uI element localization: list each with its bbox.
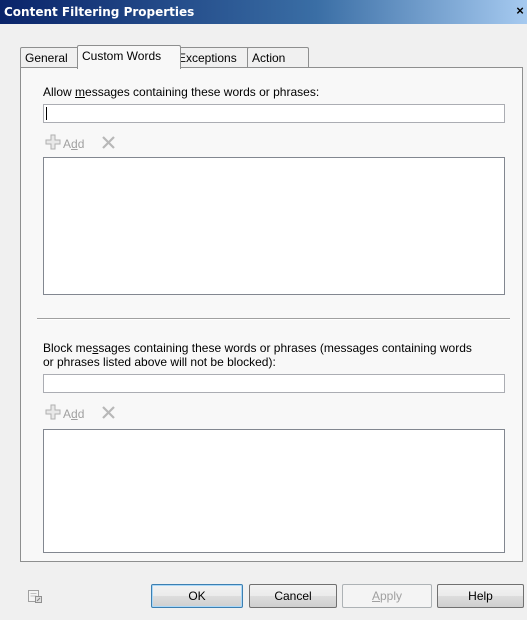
allow-words-input[interactable] (43, 104, 505, 123)
block-remove-button[interactable] (101, 404, 117, 423)
x-icon (102, 406, 115, 419)
context-help-icon[interactable] (27, 588, 43, 607)
allow-add-label: Add (63, 136, 85, 151)
block-add-button[interactable]: Add (45, 404, 84, 423)
cancel-button[interactable]: Cancel (249, 584, 337, 608)
help-button[interactable]: Help (437, 584, 524, 608)
plus-icon (45, 404, 61, 423)
section-divider (37, 318, 510, 320)
apply-button[interactable]: Apply (342, 584, 432, 608)
plus-icon (45, 134, 61, 153)
text-caret (46, 107, 47, 120)
window-title: Content Filtering Properties (4, 5, 195, 19)
title-bar: Content Filtering Properties × (0, 0, 527, 24)
block-add-label: Add (63, 406, 85, 421)
x-icon (102, 136, 115, 149)
block-words-list[interactable] (43, 429, 505, 553)
block-label-line1: Block messages containing these words or… (43, 341, 472, 355)
block-words-input[interactable] (43, 374, 505, 393)
allow-remove-button[interactable] (101, 134, 117, 153)
allow-add-button[interactable]: Add (45, 134, 84, 153)
allow-words-list[interactable] (43, 157, 505, 295)
tab-custom-words[interactable]: Custom Words (77, 45, 181, 69)
tab-panel-custom-words: Allow messages containing these words or… (20, 67, 523, 562)
allow-label: Allow messages containing these words or… (43, 85, 320, 99)
block-label-line2: or phrases listed above will not be bloc… (43, 355, 276, 369)
ok-button[interactable]: OK (151, 584, 243, 608)
tab-exceptions[interactable]: Exceptions (173, 47, 255, 68)
close-button[interactable]: × (513, 2, 527, 20)
tab-action[interactable]: Action (247, 47, 309, 68)
